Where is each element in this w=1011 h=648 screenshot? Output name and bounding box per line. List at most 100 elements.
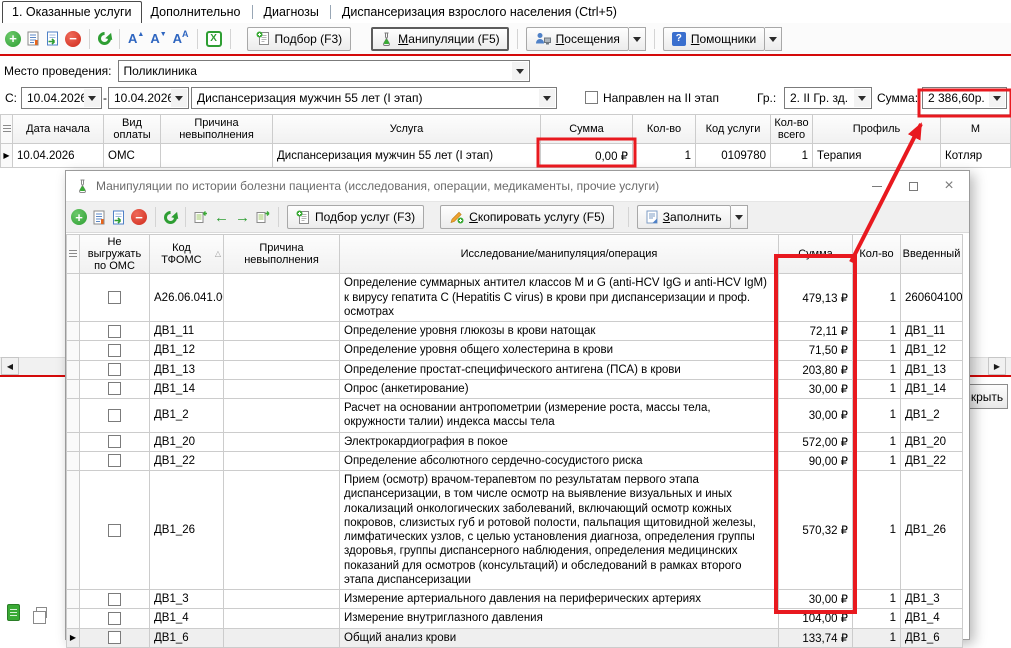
col-header[interactable]: Причина невыполнения [224,235,340,274]
save-icon[interactable] [45,31,59,46]
manipulation-row[interactable]: ДВ1_2 Расчет на основании антропометрии … [66,399,963,433]
place-combobox[interactable]: Поликлиника [118,60,530,82]
stage2-checkbox[interactable] [585,91,598,104]
chevron-down-icon[interactable] [989,89,1005,107]
save-icon[interactable] [111,210,125,225]
move-to-list-icon[interactable] [194,210,208,224]
col-header[interactable]: Кол-во [633,115,696,144]
tab-additional[interactable]: Дополнительно [142,2,250,23]
scroll-right-button[interactable]: ▶ [988,357,1006,375]
add-icon[interactable]: + [71,209,87,225]
col-header-sorted[interactable]: Код ТФОМС△ [150,235,224,274]
visits-dropdown-button[interactable] [629,27,646,51]
manipulation-row[interactable]: ДВ1_14 Опрос (анкетирование) 30,00 ₽ 1 Д… [66,380,963,399]
service-row[interactable]: ▶ 10.04.2026 ОМС Диспансеризация мужчин … [0,144,1011,168]
visits-button[interactable]: Посещения [526,27,629,51]
refresh-icon[interactable] [95,29,113,47]
col-header[interactable]: Кол-во [853,235,901,274]
omit-oms-checkbox[interactable] [108,344,121,357]
chevron-down-icon[interactable] [512,62,528,80]
manipulation-row[interactable]: ДВ1_12 Определение уровня общего холесте… [66,341,963,360]
col-header[interactable]: Сумма [779,235,853,274]
grid-menu-icon[interactable] [3,125,11,134]
omit-oms-checkbox[interactable] [108,363,121,376]
chevron-down-icon[interactable] [84,89,100,107]
refresh-icon[interactable] [161,208,179,226]
col-header[interactable]: Причина невыполнения [161,115,273,144]
chevron-down-icon[interactable] [539,89,555,107]
fill-button[interactable]: Заполнить [637,205,731,229]
col-header[interactable]: Исследование/манипуляция/операция [340,235,779,274]
omit-oms-checkbox[interactable] [108,524,121,537]
edit-icon[interactable] [93,210,105,225]
col-header[interactable]: Кол-во всего [771,115,813,144]
col-header[interactable]: Не выгружать по ОМС [80,235,150,274]
add-icon[interactable]: + [5,31,21,47]
chevron-down-icon[interactable] [854,89,870,107]
tab-services[interactable]: 1. Оказанные услуги [2,1,142,23]
tab-dispensarization[interactable]: Диспансеризация взрослого населения (Ctr… [333,2,626,23]
delete-icon[interactable]: − [65,31,81,47]
manipulation-row[interactable]: ДВ1_11 Определение уровня глюкозы в кров… [66,322,963,341]
fill-dropdown-button[interactable] [731,205,748,229]
col-header[interactable]: Профиль [813,115,941,144]
arrow-right-icon[interactable]: → [235,210,250,225]
helpers-button[interactable]: ? Помощники [663,27,765,51]
services-table-header: Дата начала Вид оплаты Причина невыполне… [0,115,1011,144]
move-from-list-icon[interactable] [256,210,270,224]
partially-hidden-button[interactable]: крыть [966,384,1008,409]
manipulations-button[interactable]: Манипуляции (F5) [371,27,509,51]
omit-oms-checkbox[interactable] [108,454,121,467]
col-header[interactable]: Введенный [901,235,963,274]
manipulation-row[interactable]: ДВ1_3 Измерение артериального давления н… [66,590,963,609]
maximize-button[interactable] [895,172,931,200]
arrow-left-icon[interactable]: ← [214,210,229,225]
col-header[interactable]: Услуга [273,115,541,144]
font-enlarge-icon[interactable]: A▲ [128,32,144,45]
scroll-left-button[interactable]: ◀ [1,357,19,375]
manipulation-row[interactable]: ДВ1_22 Определение абсолютного сердечно-… [66,452,963,471]
manipulation-row[interactable]: ДВ1_20 Электрокардиография в покое 572,0… [66,433,963,452]
manipulation-row[interactable]: А26.06.041.002 Определение суммарных ант… [66,274,963,322]
col-header[interactable]: Вид оплаты [104,115,161,144]
helpers-dropdown-button[interactable] [765,27,782,51]
copy-windows-icon[interactable] [36,607,47,618]
manipulation-row[interactable]: ДВ1_13 Определение простат-специфическог… [66,361,963,380]
omit-oms-checkbox[interactable] [108,435,121,448]
minimize-button[interactable] [859,172,895,200]
chevron-down-icon[interactable] [171,89,187,107]
service-combobox[interactable]: Диспансеризация мужчин 55 лет (I этап) [191,87,557,109]
omit-oms-checkbox[interactable] [108,291,121,304]
manipulation-row[interactable]: ▶ ДВ1_6 Общий анализ крови 133,74 ₽ 1 ДВ… [66,629,963,648]
copy-service-button[interactable]: Скопировать услугу (F5) [440,205,614,229]
manipulation-row[interactable]: ДВ1_4 Измерение внутриглазного давления … [66,609,963,628]
sum-combobox[interactable]: 2 386,60р. [922,87,1007,109]
omit-oms-checkbox[interactable] [108,631,121,644]
col-header[interactable]: Сумма [541,115,633,144]
date-from-picker[interactable]: 10.04.2026 [21,87,102,109]
font-reset-icon[interactable]: AA [173,32,189,45]
group-combobox[interactable]: 2. II Гр. зд. [784,87,872,109]
omit-oms-checkbox[interactable] [108,593,121,606]
omit-oms-checkbox[interactable] [108,382,121,395]
delete-icon[interactable]: − [131,209,147,225]
grid-menu-icon[interactable] [69,250,77,259]
omit-oms-checkbox[interactable] [108,612,121,625]
omit-oms-checkbox[interactable] [108,409,121,422]
date-to-picker[interactable]: 10.04.2026 [108,87,189,109]
col-header[interactable]: Дата начала [13,115,104,144]
edit-icon[interactable] [27,31,39,46]
notebook-icon[interactable] [7,604,20,621]
col-header[interactable]: М [941,115,1011,144]
manipulation-row[interactable]: ДВ1_26 Прием (осмотр) врачом-терапевтом … [66,471,963,590]
omit-oms-checkbox[interactable] [108,325,121,338]
font-shrink-icon[interactable]: A▼ [150,32,166,45]
podbor-uslug-button[interactable]: Подбор услуг (F3) [287,205,424,229]
dialog-toolbar: + − ← → Подбор услуг (F3) Скопировать ус… [66,201,969,233]
close-button[interactable]: × [931,172,967,200]
podbor-button[interactable]: Подбор (F3) [247,27,352,51]
dialog-titlebar[interactable]: Манипуляции по истории болезни пациента … [66,171,969,201]
excel-export-icon[interactable]: X [206,31,222,47]
col-header[interactable]: Код услуги [696,115,771,144]
tab-diagnoses[interactable]: Диагнозы [255,2,328,23]
